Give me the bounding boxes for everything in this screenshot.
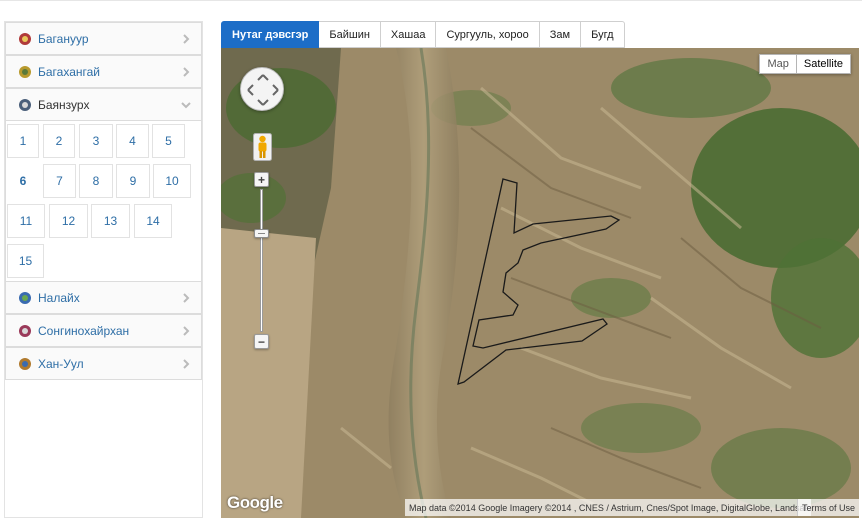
district-item-khan-uul[interactable]: Хан-Уул <box>5 347 202 380</box>
district-label: Налайх <box>38 290 80 305</box>
layer-tabs: Нутаг дэвсгэр Байшин Хашаа Сургууль, хор… <box>221 21 625 48</box>
tab-schools-khoroo[interactable]: Сургууль, хороо <box>436 21 540 48</box>
chevron-right-icon <box>181 292 191 304</box>
district-emblem-icon <box>18 291 32 305</box>
khoroo-number-active[interactable]: 6 <box>7 164 39 198</box>
khoroo-number[interactable]: 2 <box>43 124 75 158</box>
khoroo-number[interactable]: 4 <box>116 124 149 158</box>
chevron-right-icon <box>181 325 191 337</box>
district-item-songinokhairkhan[interactable]: Сонгинохайрхан <box>5 314 202 347</box>
zoom-out-button[interactable]: − <box>254 334 269 349</box>
pan-control[interactable] <box>240 67 284 111</box>
map-type-control: Map Satellite <box>759 54 851 74</box>
chevron-right-icon <box>181 33 191 45</box>
chevron-right-icon <box>181 358 191 370</box>
map-type-satellite-button[interactable]: Satellite <box>796 54 851 74</box>
tab-buildings[interactable]: Байшин <box>319 21 381 48</box>
map-attribution: Map data ©2014 Google Imagery ©2014 , CN… <box>405 499 811 516</box>
district-item-nalaikh[interactable]: Налайх <box>5 281 202 314</box>
khoroo-number[interactable]: 12 <box>49 204 88 238</box>
tab-all[interactable]: Бугд <box>581 21 625 48</box>
district-emblem-icon <box>18 324 32 338</box>
district-emblem-icon <box>18 65 32 79</box>
khoroo-number[interactable]: 11 <box>7 204 45 238</box>
satellite-map[interactable]: + − Map Satellite Google Map data ©2014 … <box>221 48 859 518</box>
zoom-slider-thumb[interactable] <box>254 229 269 238</box>
district-sidebar: Багануур Багахангай Баянзурх 1 2 3 4 5 6… <box>4 21 203 518</box>
satellite-imagery <box>221 48 859 518</box>
google-logo: Google <box>227 493 283 512</box>
khoroo-number[interactable]: 7 <box>43 164 76 198</box>
district-emblem-icon <box>18 32 32 46</box>
district-label: Багануур <box>38 31 89 46</box>
khoroo-number[interactable]: 5 <box>152 124 185 158</box>
khoroo-number[interactable]: 14 <box>134 204 172 238</box>
tab-roads[interactable]: Зам <box>539 21 582 48</box>
zoom-slider-track[interactable] <box>260 189 263 332</box>
district-item-bayanzurkh[interactable]: Баянзурх <box>5 88 202 121</box>
district-emblem-icon <box>18 357 32 371</box>
map-type-map-button[interactable]: Map <box>759 54 797 74</box>
chevron-right-icon <box>181 66 191 78</box>
district-label: Багахангай <box>38 64 100 79</box>
khoroo-number[interactable]: 13 <box>91 204 130 238</box>
khoroo-number[interactable]: 8 <box>79 164 113 198</box>
zoom-in-button[interactable]: + <box>254 172 269 187</box>
district-emblem-icon <box>18 98 32 112</box>
top-divider <box>0 0 862 1</box>
khoroo-number[interactable]: 15 <box>7 244 44 278</box>
khoroo-number[interactable]: 10 <box>153 164 191 198</box>
district-label: Хан-Уул <box>38 356 84 371</box>
tab-fences[interactable]: Хашаа <box>380 21 437 48</box>
pegman-icon[interactable] <box>253 133 272 161</box>
district-label: Сонгинохайрхан <box>38 323 130 338</box>
khoroo-number-grid: 1 2 3 4 5 6 7 8 9 10 11 12 13 14 15 <box>5 121 202 281</box>
khoroo-number[interactable]: 9 <box>116 164 150 198</box>
district-label: Баянзурх <box>38 97 90 112</box>
chevron-down-icon <box>181 99 191 111</box>
district-item-baganuur[interactable]: Багануур <box>5 22 202 55</box>
terms-of-use-link[interactable]: Terms of Use <box>796 499 859 516</box>
tab-territory[interactable]: Нутаг дэвсгэр <box>221 21 320 48</box>
district-item-bagakhangai[interactable]: Багахангай <box>5 55 202 88</box>
khoroo-number[interactable]: 3 <box>79 124 113 158</box>
khoroo-number[interactable]: 1 <box>7 124 39 158</box>
